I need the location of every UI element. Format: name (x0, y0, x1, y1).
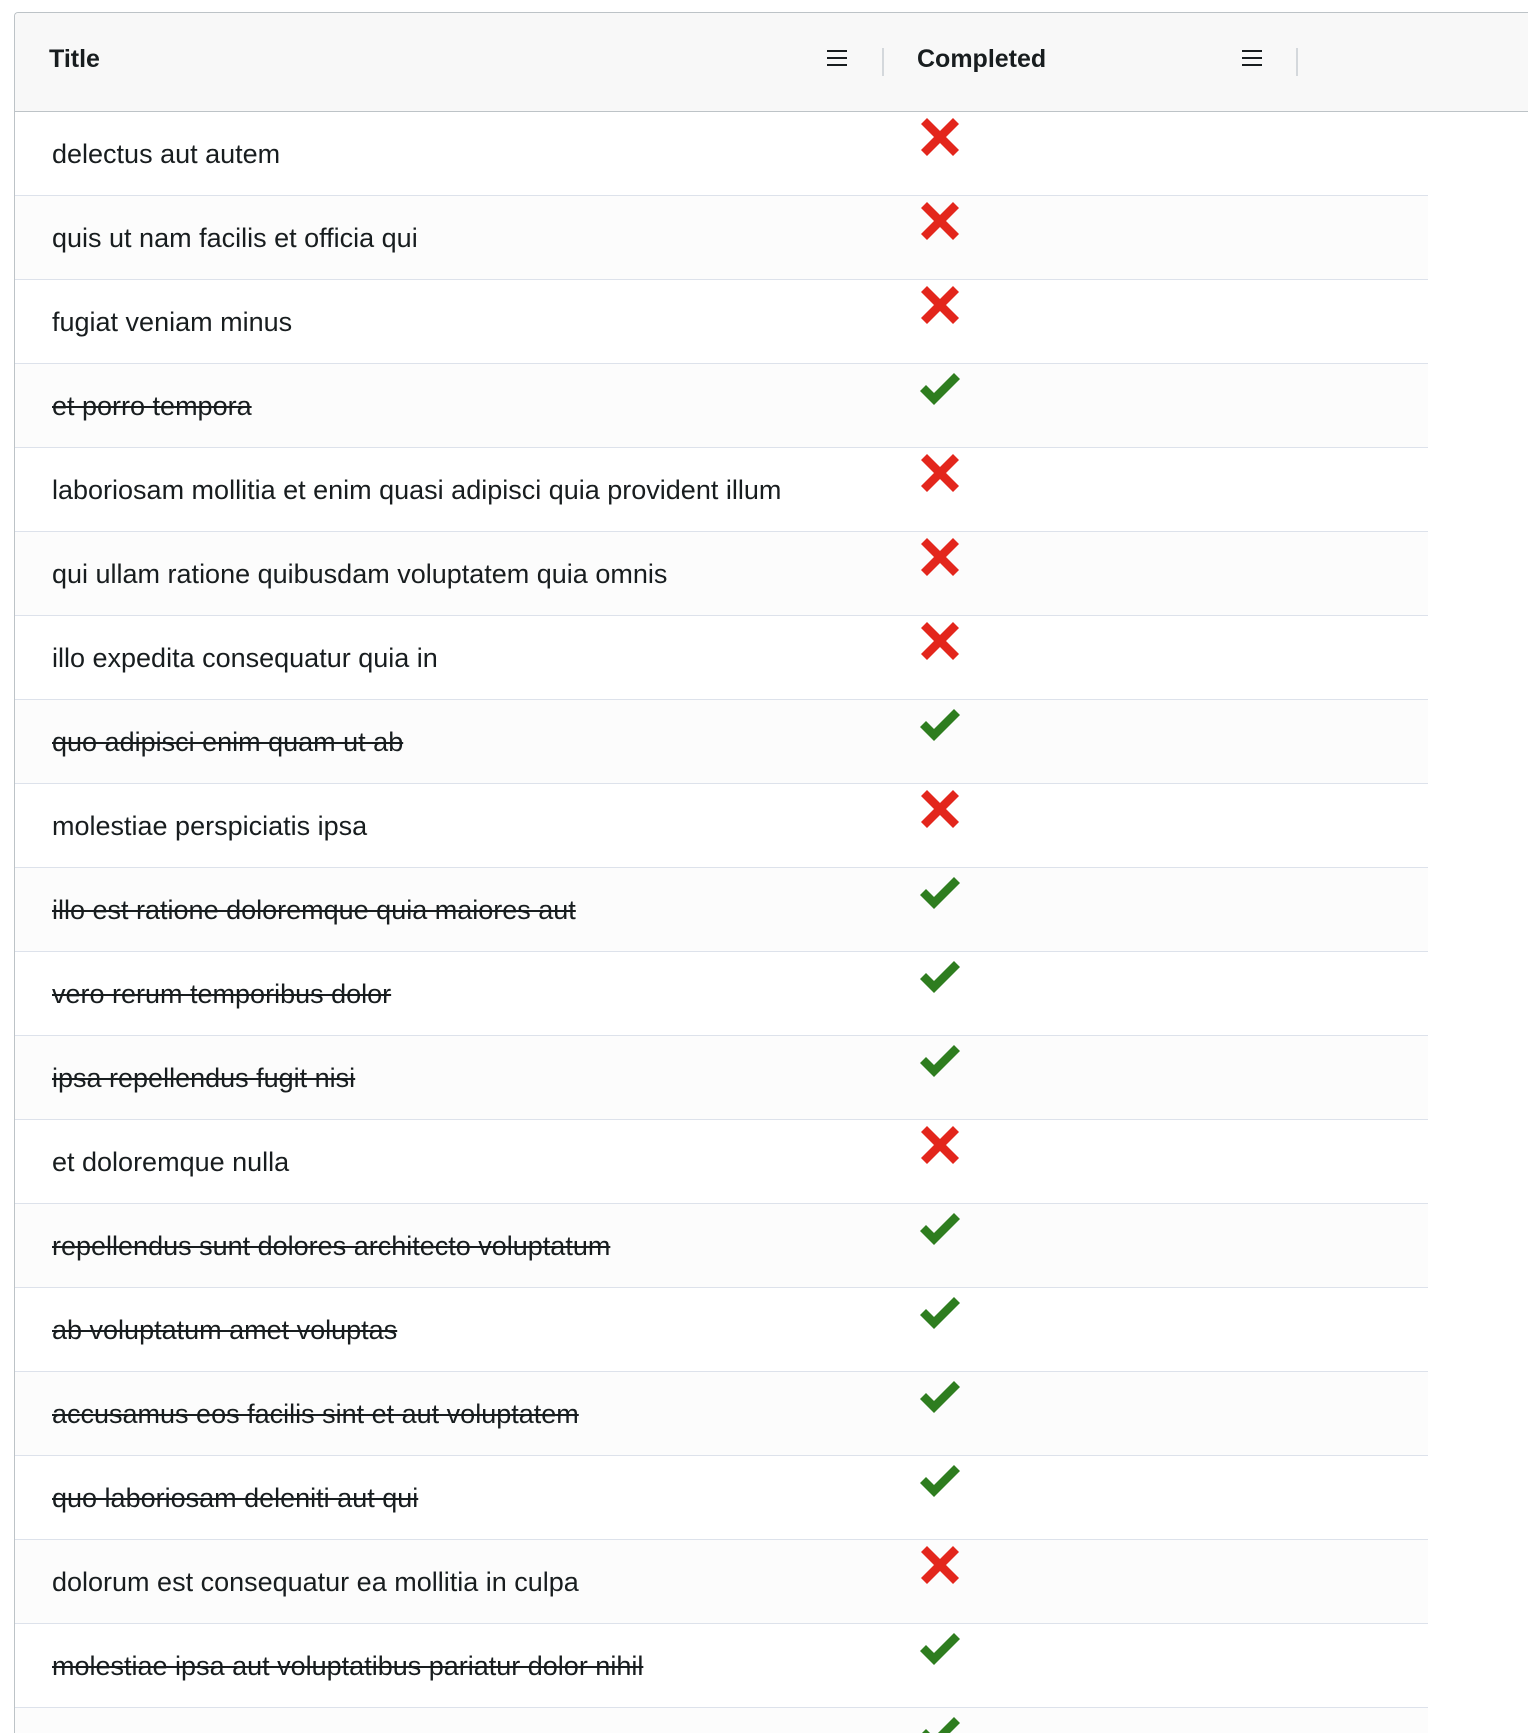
cross-icon (917, 114, 967, 164)
cell-title: dolorum est consequatur ea mollitia in c… (52, 1567, 579, 1597)
cell-title: ipsa repellendus fugit nisi (52, 1063, 356, 1093)
cross-icon (917, 1542, 967, 1592)
check-icon (917, 1042, 967, 1092)
table-row[interactable]: fugiat veniam minus (15, 280, 1428, 364)
cross-icon (917, 786, 967, 836)
cell-title: illo est ratione doloremque quia maiores… (52, 895, 576, 925)
cross-icon (917, 282, 967, 332)
cross-icon (917, 198, 967, 248)
table-row[interactable]: quo adipisci enim quam ut ab (15, 700, 1428, 784)
table-row[interactable] (15, 1708, 1428, 1733)
cell-title: laboriosam mollitia et enim quasi adipis… (52, 475, 782, 505)
check-icon (917, 1378, 967, 1428)
table-row[interactable]: qui ullam ratione quibusdam voluptatem q… (15, 532, 1428, 616)
column-resize-handle[interactable] (1296, 48, 1298, 76)
column-header-label: Completed (917, 45, 1047, 73)
cell-title: illo expedita consequatur quia in (52, 643, 438, 673)
table-row[interactable]: ipsa repellendus fugit nisi (15, 1036, 1428, 1120)
table-row[interactable]: molestiae perspiciatis ipsa (15, 784, 1428, 868)
cross-icon (917, 618, 967, 668)
cell-title: molestiae perspiciatis ipsa (52, 811, 368, 841)
cell-title: repellendus sunt dolores architecto volu… (52, 1231, 611, 1261)
check-icon (917, 370, 967, 420)
cross-icon (917, 450, 967, 500)
table-row[interactable]: dolorum est consequatur ea mollitia in c… (15, 1540, 1428, 1624)
check-icon (917, 874, 967, 924)
check-icon (917, 1630, 967, 1680)
table-row[interactable]: illo est ratione doloremque quia maiores… (15, 868, 1428, 952)
table-row[interactable]: ab voluptatum amet voluptas (15, 1288, 1428, 1372)
menu-icon[interactable] (826, 48, 848, 68)
table-row[interactable]: quis ut nam facilis et officia qui (15, 196, 1428, 280)
check-icon (917, 1294, 967, 1344)
cell-title: fugiat veniam minus (52, 307, 293, 337)
column-header-title[interactable]: Title (15, 13, 969, 111)
cell-title: delectus aut autem (52, 139, 281, 169)
menu-icon[interactable] (1241, 48, 1263, 68)
table-row[interactable]: et doloremque nulla (15, 1120, 1428, 1204)
table-row[interactable]: et porro tempora (15, 364, 1428, 448)
grid-header: Title Completed (15, 13, 1528, 112)
check-icon (917, 706, 967, 756)
cell-title: et porro tempora (52, 391, 252, 421)
cell-title: vero rerum temporibus dolor (52, 979, 392, 1009)
cell-title: ab voluptatum amet voluptas (52, 1315, 398, 1345)
table-row[interactable]: repellendus sunt dolores architecto volu… (15, 1204, 1428, 1288)
check-icon (917, 1210, 967, 1260)
cell-title: quo adipisci enim quam ut ab (52, 727, 404, 757)
cell-title: quis ut nam facilis et officia qui (52, 223, 418, 253)
table-row[interactable]: laboriosam mollitia et enim quasi adipis… (15, 448, 1428, 532)
check-icon (917, 958, 967, 1008)
table-row[interactable]: quo laboriosam deleniti aut qui (15, 1456, 1428, 1540)
cross-icon (917, 534, 967, 584)
check-icon (917, 1462, 967, 1512)
table-row[interactable]: accusamus eos facilis sint et aut volupt… (15, 1372, 1428, 1456)
check-icon (917, 1714, 967, 1733)
table-row[interactable]: molestiae ipsa aut voluptatibus pariatur… (15, 1624, 1428, 1708)
column-header-label: Title (49, 45, 100, 73)
cell-title: qui ullam ratione quibusdam voluptatem q… (52, 559, 668, 589)
table-row[interactable]: illo expedita consequatur quia in (15, 616, 1428, 700)
cell-title: molestiae ipsa aut voluptatibus pariatur… (52, 1651, 644, 1681)
cell-title: accusamus eos facilis sint et aut volupt… (52, 1399, 579, 1429)
table-row[interactable]: delectus aut autem (15, 112, 1428, 196)
cell-title: quo laboriosam deleniti aut qui (52, 1483, 419, 1513)
column-header-completed[interactable]: Completed (883, 13, 1528, 111)
table-row[interactable]: vero rerum temporibus dolor (15, 952, 1428, 1036)
cell-title: et doloremque nulla (52, 1147, 290, 1177)
cross-icon (917, 1122, 967, 1172)
data-grid: Title Completed delectus aut autem quis u… (14, 12, 1528, 1733)
